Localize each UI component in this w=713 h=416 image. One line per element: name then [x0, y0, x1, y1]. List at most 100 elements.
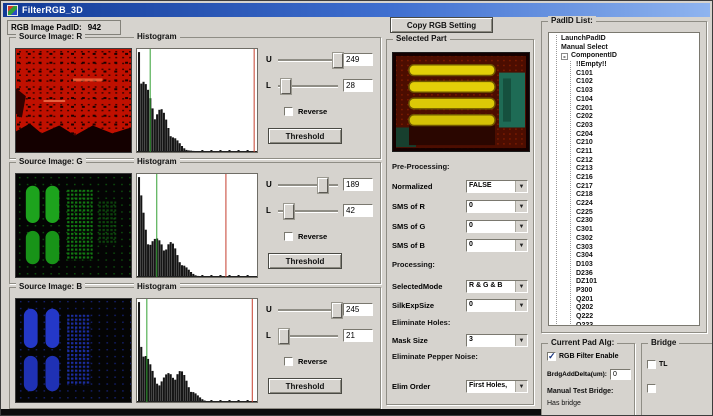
window-titlebar[interactable]: FilterRGB_3D: [3, 3, 710, 17]
dropdown-value: 0: [467, 201, 515, 212]
selected-mode-row: SelectedMode R & G & B▼: [392, 280, 528, 293]
app-icon: [7, 5, 18, 16]
tree-item[interactable]: C203: [576, 122, 699, 131]
selected-mode-dropdown[interactable]: R & G & B▼: [466, 280, 528, 293]
chevron-down-icon[interactable]: ▼: [515, 181, 527, 192]
tree-item[interactable]: C201: [576, 105, 699, 114]
brdg-add-delta-field[interactable]: 0: [610, 369, 631, 380]
tree-item[interactable]: !!Empty!!: [576, 61, 699, 70]
source-image-r-thumbnail: [15, 48, 132, 153]
sms-of-b-label: SMS of B: [392, 241, 425, 250]
collapse-icon[interactable]: -: [561, 53, 568, 60]
tree-item[interactable]: Q202: [576, 304, 699, 313]
tree-item[interactable]: C103: [576, 87, 699, 96]
threshold-button-r[interactable]: Threshold: [268, 128, 342, 144]
tree-item-componentid[interactable]: - ComponentID: [561, 52, 699, 61]
sms-of-g-dropdown[interactable]: 0▼: [466, 220, 528, 233]
tree-item[interactable]: C302: [576, 235, 699, 244]
tree-item[interactable]: D236: [576, 270, 699, 279]
normalized-label: Normalized: [392, 182, 432, 191]
silk-exp-size-dropdown[interactable]: 0▼: [466, 299, 528, 312]
u-value-b[interactable]: 245: [343, 303, 373, 316]
reverse-checkbox-b[interactable]: [284, 357, 293, 366]
tree-item[interactable]: C225: [576, 209, 699, 218]
l-value-g[interactable]: 42: [343, 204, 373, 217]
l-value-r[interactable]: 28: [343, 79, 373, 92]
sms-of-r-label: SMS of R: [392, 202, 425, 211]
threshold-button-g[interactable]: Threshold: [268, 253, 342, 269]
sms-of-r-dropdown[interactable]: 0▼: [466, 200, 528, 213]
chevron-down-icon[interactable]: ▼: [515, 381, 527, 392]
tree-item[interactable]: C211: [576, 148, 699, 157]
u-slider-r[interactable]: [278, 53, 338, 66]
slider-thumb[interactable]: [332, 303, 342, 318]
tree-item[interactable]: C216: [576, 174, 699, 183]
tree-item[interactable]: C218: [576, 191, 699, 200]
chevron-down-icon[interactable]: ▼: [515, 335, 527, 346]
slider-track[interactable]: [278, 59, 338, 62]
elim-order-dropdown[interactable]: First Holes,▼: [466, 380, 528, 393]
rgb-filter-enable-checkbox[interactable]: [547, 352, 556, 361]
slider-track[interactable]: [278, 309, 338, 312]
tree-item[interactable]: Q201: [576, 296, 699, 305]
copy-rgb-setting-button[interactable]: Copy RGB Setting: [390, 17, 493, 33]
tree-item[interactable]: C202: [576, 113, 699, 122]
bridge-tl-checkbox[interactable]: [647, 360, 656, 369]
chevron-down-icon[interactable]: ▼: [515, 221, 527, 232]
u-slider-b[interactable]: [278, 303, 338, 316]
slider-thumb[interactable]: [333, 53, 343, 68]
tree-item[interactable]: C104: [576, 96, 699, 105]
slider-thumb[interactable]: [279, 329, 289, 344]
tree-item[interactable]: C303: [576, 244, 699, 253]
tree-item[interactable]: C217: [576, 183, 699, 192]
u-label-r: U: [266, 55, 273, 64]
reverse-checkbox-g[interactable]: [284, 232, 293, 241]
tree-item[interactable]: C102: [576, 78, 699, 87]
l-slider-g[interactable]: [278, 204, 338, 217]
l-slider-r[interactable]: [278, 79, 338, 92]
chevron-down-icon[interactable]: ▼: [515, 281, 527, 292]
tree-item[interactable]: P300: [576, 287, 699, 296]
tree-item[interactable]: C210: [576, 139, 699, 148]
tree-item[interactable]: D103: [576, 261, 699, 270]
tree-item[interactable]: C213: [576, 165, 699, 174]
slider-thumb[interactable]: [281, 79, 291, 94]
bridge-tl-label: TL: [659, 361, 668, 368]
bridge-second-checkbox[interactable]: [647, 384, 656, 393]
tree-item[interactable]: C204: [576, 131, 699, 140]
brdg-add-delta-row: BrdgAddDelta(um): 0: [547, 369, 631, 380]
threshold-button-b[interactable]: Threshold: [268, 378, 342, 394]
padid-tree[interactable]: LaunchPadID Manual Select - ComponentID …: [548, 32, 700, 326]
tree-item-manual-select[interactable]: Manual Select: [561, 44, 699, 53]
tree-item[interactable]: C212: [576, 157, 699, 166]
l-slider-b[interactable]: [278, 329, 338, 342]
sms-of-b-dropdown[interactable]: 0▼: [466, 239, 528, 252]
slider-thumb[interactable]: [284, 204, 294, 219]
chevron-down-icon[interactable]: ▼: [515, 201, 527, 212]
source-image-b-group: Source Image: B Histogram U 245: [9, 287, 381, 409]
tree-item[interactable]: C101: [576, 70, 699, 79]
u-slider-g[interactable]: [278, 178, 338, 191]
reverse-label-b: Reverse: [298, 357, 327, 366]
tree-item[interactable]: Q222: [576, 313, 699, 322]
reverse-checkbox-r[interactable]: [284, 107, 293, 116]
u-value-g[interactable]: 189: [343, 178, 373, 191]
slider-thumb[interactable]: [318, 178, 328, 193]
tree-item[interactable]: C224: [576, 200, 699, 209]
normalized-dropdown[interactable]: FALSE▼: [466, 180, 528, 193]
selected-mode-label: SelectedMode: [392, 282, 442, 291]
tree-item[interactable]: C301: [576, 226, 699, 235]
padid-list-label: PadID List:: [548, 16, 596, 25]
tree-item[interactable]: Q223: [576, 322, 699, 326]
chevron-down-icon[interactable]: ▼: [515, 300, 527, 311]
mask-size-dropdown[interactable]: 3▼: [466, 334, 528, 347]
u-value-r[interactable]: 249: [343, 53, 373, 66]
tree-item[interactable]: DZ101: [576, 278, 699, 287]
tree-item[interactable]: C304: [576, 252, 699, 261]
tree-item[interactable]: C230: [576, 217, 699, 226]
processing-label: Processing:: [392, 260, 435, 269]
l-value-b[interactable]: 21: [343, 329, 373, 342]
chevron-down-icon[interactable]: ▼: [515, 240, 527, 251]
tree-item-launchpadid[interactable]: LaunchPadID: [561, 35, 699, 44]
slider-track[interactable]: [278, 184, 338, 187]
